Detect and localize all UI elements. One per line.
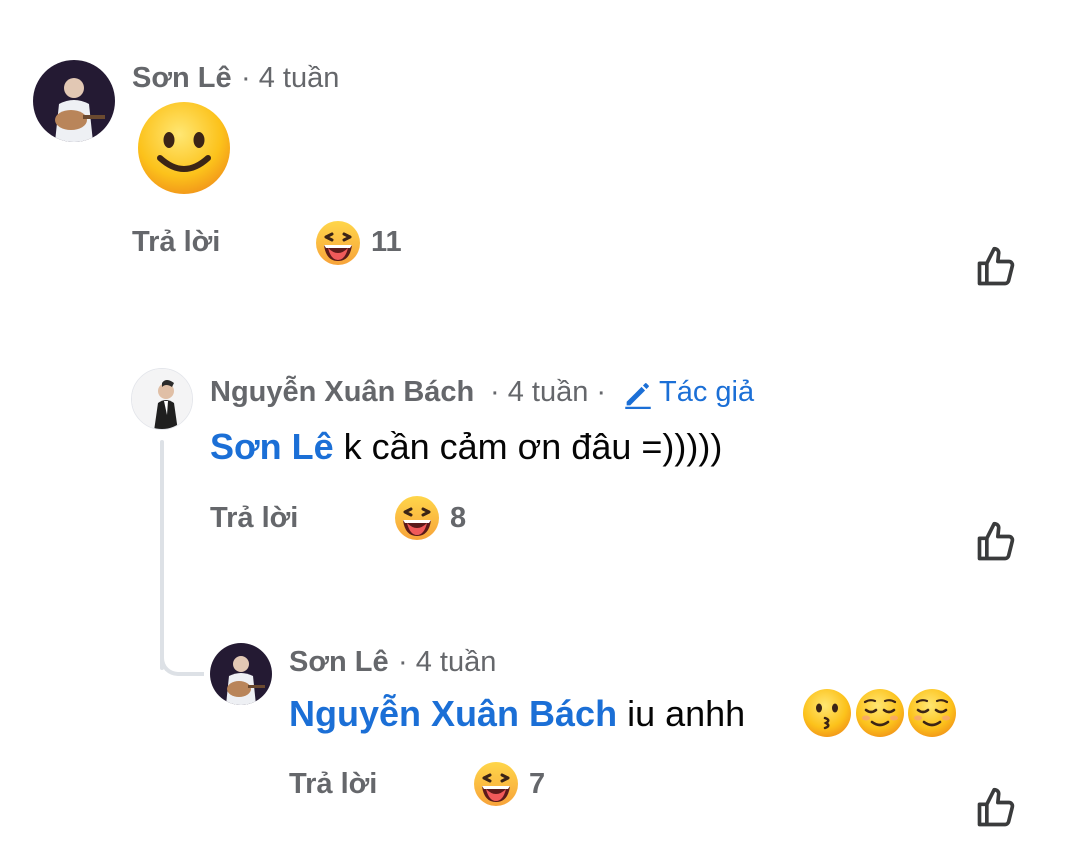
haha-reaction-icon[interactable] (315, 220, 361, 266)
thumbs-up-icon[interactable] (974, 786, 1018, 830)
comment-author[interactable]: Nguyễn Xuân Bách (210, 376, 474, 409)
haha-reaction-icon[interactable] (394, 495, 440, 541)
reply-button[interactable]: Trả lời (210, 502, 298, 535)
thumbs-up-icon[interactable] (974, 245, 1018, 289)
thumbs-up-icon[interactable] (974, 520, 1018, 564)
comment-text: k cần cảm ơn đâu =))))) (333, 426, 723, 467)
reaction-count[interactable]: 7 (529, 768, 545, 801)
comment-author[interactable]: Sơn Lê (289, 646, 389, 679)
comment-reply: Nguyễn Xuân Bách · 4 tuần · Tác giả Sơn … (0, 360, 1080, 580)
comment: Sơn Lê · 4 tuần Trả lời 11 (0, 0, 1080, 300)
comment-reply: Sơn Lê · 4 tuần Nguyễn Xuân Bách iu anhh (0, 630, 1080, 841)
mention-link[interactable]: Nguyễn Xuân Bách (289, 693, 617, 734)
haha-reaction-icon[interactable] (473, 761, 519, 807)
mention-link[interactable]: Sơn Lê (210, 426, 334, 467)
comment-body: Nguyễn Xuân Bách iu anhh (289, 693, 745, 735)
avatar[interactable] (131, 368, 193, 430)
reply-button[interactable]: Trả lời (132, 226, 220, 259)
kissing-face-emoji (802, 688, 852, 738)
pencil-icon (621, 377, 655, 411)
comment-text: iu anhh (617, 693, 746, 734)
reaction-count[interactable]: 8 (450, 502, 466, 535)
comment-timestamp[interactable]: · 4 tuần (398, 646, 496, 679)
relieved-face-emoji (855, 688, 905, 738)
relieved-face-emoji (907, 688, 957, 738)
comment-body: Sơn Lê k cần cảm ơn đâu =))))) (210, 426, 722, 468)
smiling-face-emoji (136, 100, 232, 196)
avatar[interactable] (210, 643, 272, 705)
comment-timestamp[interactable]: · 4 tuần (241, 62, 339, 95)
avatar[interactable] (33, 60, 115, 142)
comment-author[interactable]: Sơn Lê (132, 62, 232, 95)
author-badge: Tác giả (659, 376, 755, 408)
reaction-count[interactable]: 11 (371, 226, 402, 259)
comment-timestamp[interactable]: · 4 tuần · (490, 376, 606, 409)
reply-button[interactable]: Trả lời (289, 768, 377, 801)
